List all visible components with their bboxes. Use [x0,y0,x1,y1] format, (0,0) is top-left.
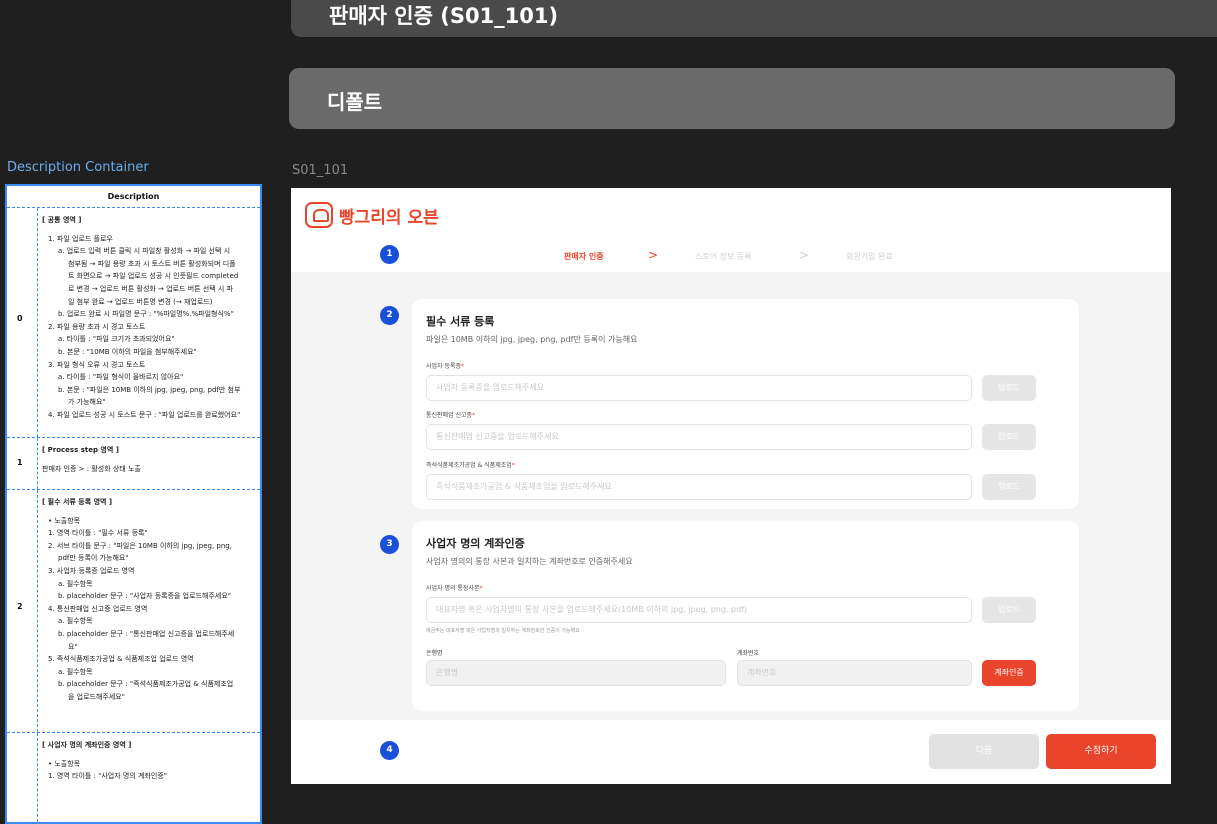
food-manufacturing-upload-button[interactable]: 업로드 [982,474,1036,500]
business-license-label: 사업자 등록증* [426,363,465,370]
food-manufacturing-label: 즉석식품제조가공업 & 식품제조업* [426,462,515,469]
section-bar: 디폴트 [289,68,1175,129]
description-row-number: 0 [17,314,23,323]
business-license-upload-button[interactable]: 업로드 [982,375,1036,401]
logo[interactable]: 빵그리의 오븐 [305,202,439,228]
description-line: 2. 파일 용량 초과 시 경고 토스트 [48,322,146,331]
section-title: 디폴트 [327,90,383,114]
description-line: 4. 파일 업로드 성공 시 토스트 문구 : "파일 업로드를 완료했어요" [48,410,241,419]
frame-label: S01_101 [292,163,349,178]
account-number-label: 계좌번호 [737,650,760,657]
description-line: 트 화면으로 → 파일 업로드 성공 시 인풋필드 completed [68,272,239,281]
page-title-bar: 판매자 인증 (S01_101) [291,0,1217,37]
description-line: b. 본문 : "파일은 10MB 이하의 jpg, jpeg, png, pd… [58,385,241,394]
description-row-body: [ 사업자 명의 계좌인증 영역 ] • 노출항목 1. 영역 타이틀 : "사업자… [37,733,259,822]
description-row: 2 [ 필수 서류 등록 영역 ] • 노출항목 1. 영역 타이틀 : "필수 서류… [7,490,260,733]
marker-badge-3: 3 [380,535,399,554]
description-panel: Description 0 [ 공통 영역 ] 1. 파일 업로드 플로우 a. 업로… [5,184,262,824]
next-button[interactable]: 다음 [929,734,1039,769]
description-header: Description [7,186,260,208]
description-row: 0 [ 공통 영역 ] 1. 파일 업로드 플로우 a. 업로드 입력 버튼 클릭 시… [7,208,260,438]
description-line: 1. 영역 타이틀 : "필수 서류 등록" [48,529,148,538]
description-line: b. placeholder 문구 : "즉석식품제조가공업 & 식품제조업 [58,680,234,689]
description-line: a. 업로드 입력 버튼 클릭 시 파일창 활성화 → 파일 선택 시 [58,247,231,256]
description-line: • 노출항목 [48,516,81,525]
description-line: 1. 영역 타이틀 : "사업자 명의 계좌인증" [48,772,167,781]
description-line: 요" [68,642,78,651]
description-row-body: [ 공통 영역 ] 1. 파일 업로드 플로우 a. 업로드 입력 버튼 클릭 시 … [37,208,259,437]
description-line: 2. 서브 타이틀 문구 : "파일은 10MB 이하의 jpg, jpeg, … [48,541,232,550]
description-row-body: [ Process step 영역 ] 판매자 인증 > : 활성화 상태 노출 [37,438,259,489]
description-row-number: 1 [17,458,23,467]
bankbook-copy-upload-button[interactable]: 업로드 [982,597,1036,623]
chevron-right-icon: > [799,248,810,262]
verify-account-button[interactable]: 계좌인증 [982,660,1036,686]
bankbook-copy-label: 사업자 명의 통장사본* [426,585,483,592]
food-manufacturing-input[interactable]: 즉석식품제조가공업 & 식품제조업을 업로드해주세요 [426,474,972,500]
app-frame: 빵그리의 오븐 1 판매자 인증 > 스토어 정보 등록 > 회원가입 완료 2… [291,188,1171,784]
business-license-input[interactable]: 사업자 등록증을 업로드해주세요 [426,375,972,401]
account-title: 사업자 명의 계좌인증 [426,537,525,550]
marker-badge-2: 2 [380,306,399,325]
description-line: b. 업로드 완료 시 파일명 문구 : "%파일명%.%파일형식%" [58,310,234,319]
description-line: 1. 파일 업로드 플로우 [48,234,113,243]
documents-title: 필수 서류 등록 [426,315,495,328]
page-title: 판매자 인증 (S01_101) [329,4,559,28]
description-line: • 노출항목 [48,759,81,768]
bankbook-copy-input[interactable]: 대표자명 혹은 사업자명의 통장 사본을 업로드해주세요(10MB 이하의 jp… [426,597,972,623]
description-line: 을 업로드해주세요" [68,692,125,701]
description-line: 가 가능해요" [68,398,106,407]
description-line: 판매자 인증 > : 활성화 상태 노출 [42,464,141,473]
description-row: [ 사업자 명의 계좌인증 영역 ] • 노출항목 1. 영역 타이틀 : "사업자… [7,733,260,822]
description-line: b. placeholder 문구 : "사업자 등록증을 업로드해주세요" [58,592,231,601]
marker-badge-4: 4 [380,741,399,760]
account-hint: 예금주는 대표자명 혹은 사업자명과 일치하는 계좌번호만 인증이 가능해요 [426,628,580,634]
description-line: a. 필수항목 [58,617,93,626]
step-seller-auth: 판매자 인증 [564,252,604,261]
description-row-number: 2 [17,602,23,611]
bank-name-input[interactable]: 은행명 [426,660,726,686]
description-line: 4. 통신판매업 신고증 업로드 영역 [48,604,148,613]
edit-button[interactable]: 수정하기 [1046,734,1156,769]
description-line: b. 본문 : "10MB 이하의 파일을 첨부해주세요" [58,347,197,356]
description-row: 1 [ Process step 영역 ] 판매자 인증 > : 활성화 상태 노출 [7,438,260,490]
description-row-title: [ 필수 서류 등록 영역 ] [42,498,113,506]
description-line: b. placeholder 문구 : "통신판매업 신고증을 업로드해주세 [58,629,235,638]
description-line: a. 필수항목 [58,579,93,588]
description-line: a. 타이틀 : "파일 크기가 초과되었어요" [58,335,175,344]
account-subtitle: 사업자 명의의 통장 사본과 일치하는 계좌번호로 인증해주세요 [426,557,633,566]
bread-oven-logo-icon [305,202,333,228]
description-line: 3. 사업자 등록증 업로드 영역 [48,566,135,575]
description-line: a. 타이틀 : "파일 형식이 올바르지 않아요" [58,373,184,382]
account-card: 사업자 명의 계좌인증 사업자 명의의 통장 사본과 일치하는 계좌번호로 인증… [412,521,1079,711]
bottom-action-bar [291,720,1171,784]
description-line: 로 변경 → 업로드 버튼 활성화 → 업로드 버튼 선택 시 파 [68,284,234,293]
description-line: pdf만 등록이 가능해요" [58,554,129,563]
description-line: a. 필수항목 [58,667,93,676]
ecommerce-report-input[interactable]: 통신판매업 신고증을 업로드해주세요 [426,424,972,450]
chevron-right-icon: > [648,248,659,262]
description-container-title: Description Container [7,160,149,175]
step-signup-complete: 회원가입 완료 [846,252,893,261]
logo-text: 빵그리의 오븐 [339,207,439,228]
description-line: 5. 즉석식품제조가공업 & 식품제조업 업로드 영역 [48,655,194,664]
account-number-input[interactable]: 계좌번호 [737,660,972,686]
description-line: 첨부됨 → 파일 용량 초과 시 토스트 버튼 활성화되며 디폴 [68,259,236,268]
description-row-title: [ 사업자 명의 계좌인증 영역 ] [42,741,132,749]
bank-name-label: 은행명 [426,650,443,657]
description-row-body: [ 필수 서류 등록 영역 ] • 노출항목 1. 영역 타이틀 : "필수 서류 … [37,490,259,732]
marker-badge-1: 1 [380,245,399,264]
documents-card: 필수 서류 등록 파일은 10MB 이하의 jpg, jpeg, png, pd… [412,299,1079,509]
step-store-info: 스토어 정보 등록 [695,252,752,261]
ecommerce-report-label: 통신판매업 신고증* [426,412,476,419]
documents-subtitle: 파일은 10MB 이하의 jpg, jpeg, png, pdf만 등록이 가능… [426,335,638,344]
description-line: 3. 파일 형식 오류 시 경고 토스트 [48,360,146,369]
description-row-title: [ Process step 영역 ] [42,446,119,454]
description-row-title: [ 공통 영역 ] [42,216,82,224]
description-line: 일 첨부 완료 → 업로드 버튼명 변경 (→ 재업로드) [68,297,213,306]
ecommerce-report-upload-button[interactable]: 업로드 [982,424,1036,450]
